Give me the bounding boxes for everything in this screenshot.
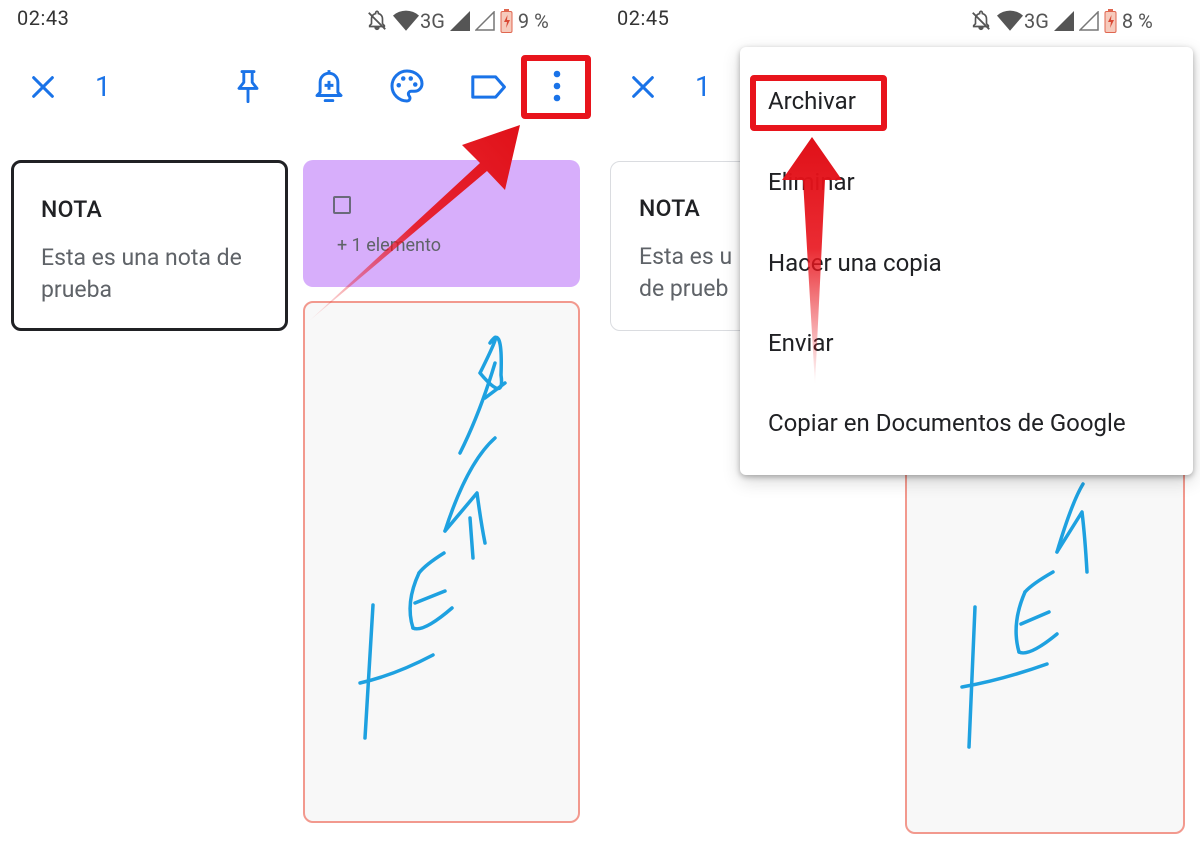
checkbox-icon[interactable] <box>333 196 351 214</box>
text-note-card[interactable]: NOTA Esta es una nota de prueba <box>11 160 288 331</box>
reminder-bell-icon[interactable] <box>310 66 348 106</box>
signal-icon <box>1053 11 1074 31</box>
signal-empty-icon <box>474 11 495 31</box>
note-title: NOTA <box>41 196 103 223</box>
menu-item-enviar[interactable]: Enviar <box>768 329 834 357</box>
text-note-card[interactable]: NOTA Esta es u de prueb <box>610 161 760 331</box>
left-screen: 02:43 3G 9 % 1 NOTA Esta es una nota de … <box>0 0 600 857</box>
close-icon[interactable] <box>628 72 658 102</box>
menu-item-eliminar[interactable]: Eliminar <box>768 168 855 196</box>
signal-icon <box>449 11 470 31</box>
annotation-highlight-archivar <box>750 75 887 131</box>
battery-level: 8 % <box>1121 9 1153 33</box>
wifi-icon <box>997 10 1023 31</box>
annotation-highlight-more <box>521 55 591 119</box>
note-body-line: de prueb <box>639 275 729 302</box>
list-note-card[interactable]: + 1 elemento <box>303 160 580 287</box>
label-icon[interactable] <box>468 72 508 102</box>
right-screen: 02:45 3G 8 % 1 NOTA Esta es u de prueb A… <box>600 0 1200 857</box>
close-icon[interactable] <box>28 72 58 102</box>
status-time: 02:45 <box>617 6 670 30</box>
note-title: NOTA <box>639 195 701 222</box>
signal-empty-icon <box>1078 11 1099 31</box>
handwritten-drawing <box>358 335 507 740</box>
menu-item-hacer-copia[interactable]: Hacer una copia <box>768 249 942 277</box>
palette-icon[interactable] <box>387 66 427 106</box>
notifications-off-icon <box>972 10 990 31</box>
status-time: 02:43 <box>17 6 70 30</box>
wifi-icon <box>393 10 419 31</box>
notifications-off-icon <box>368 10 386 31</box>
selected-count: 1 <box>695 70 711 103</box>
battery-icon <box>500 9 513 33</box>
status-bar-icons: 3G 8 % <box>970 8 1153 34</box>
status-bar-icons: 3G 9 % <box>366 8 549 34</box>
note-body: Esta es u de prueb <box>639 241 732 305</box>
pin-icon[interactable] <box>230 66 266 106</box>
battery-level: 9 % <box>517 9 549 33</box>
more-items-label: + 1 elemento <box>337 235 441 256</box>
note-body-line: Esta es u <box>639 243 733 270</box>
note-body: Esta es una nota de prueba <box>41 244 242 303</box>
drawing-note-card[interactable] <box>303 301 580 823</box>
network-type: 3G <box>1024 9 1049 33</box>
selected-count: 1 <box>95 70 111 103</box>
network-type: 3G <box>420 9 445 33</box>
battery-icon <box>1104 9 1117 33</box>
menu-item-copiar-documentos[interactable]: Copiar en Documentos de Google <box>768 409 1126 437</box>
